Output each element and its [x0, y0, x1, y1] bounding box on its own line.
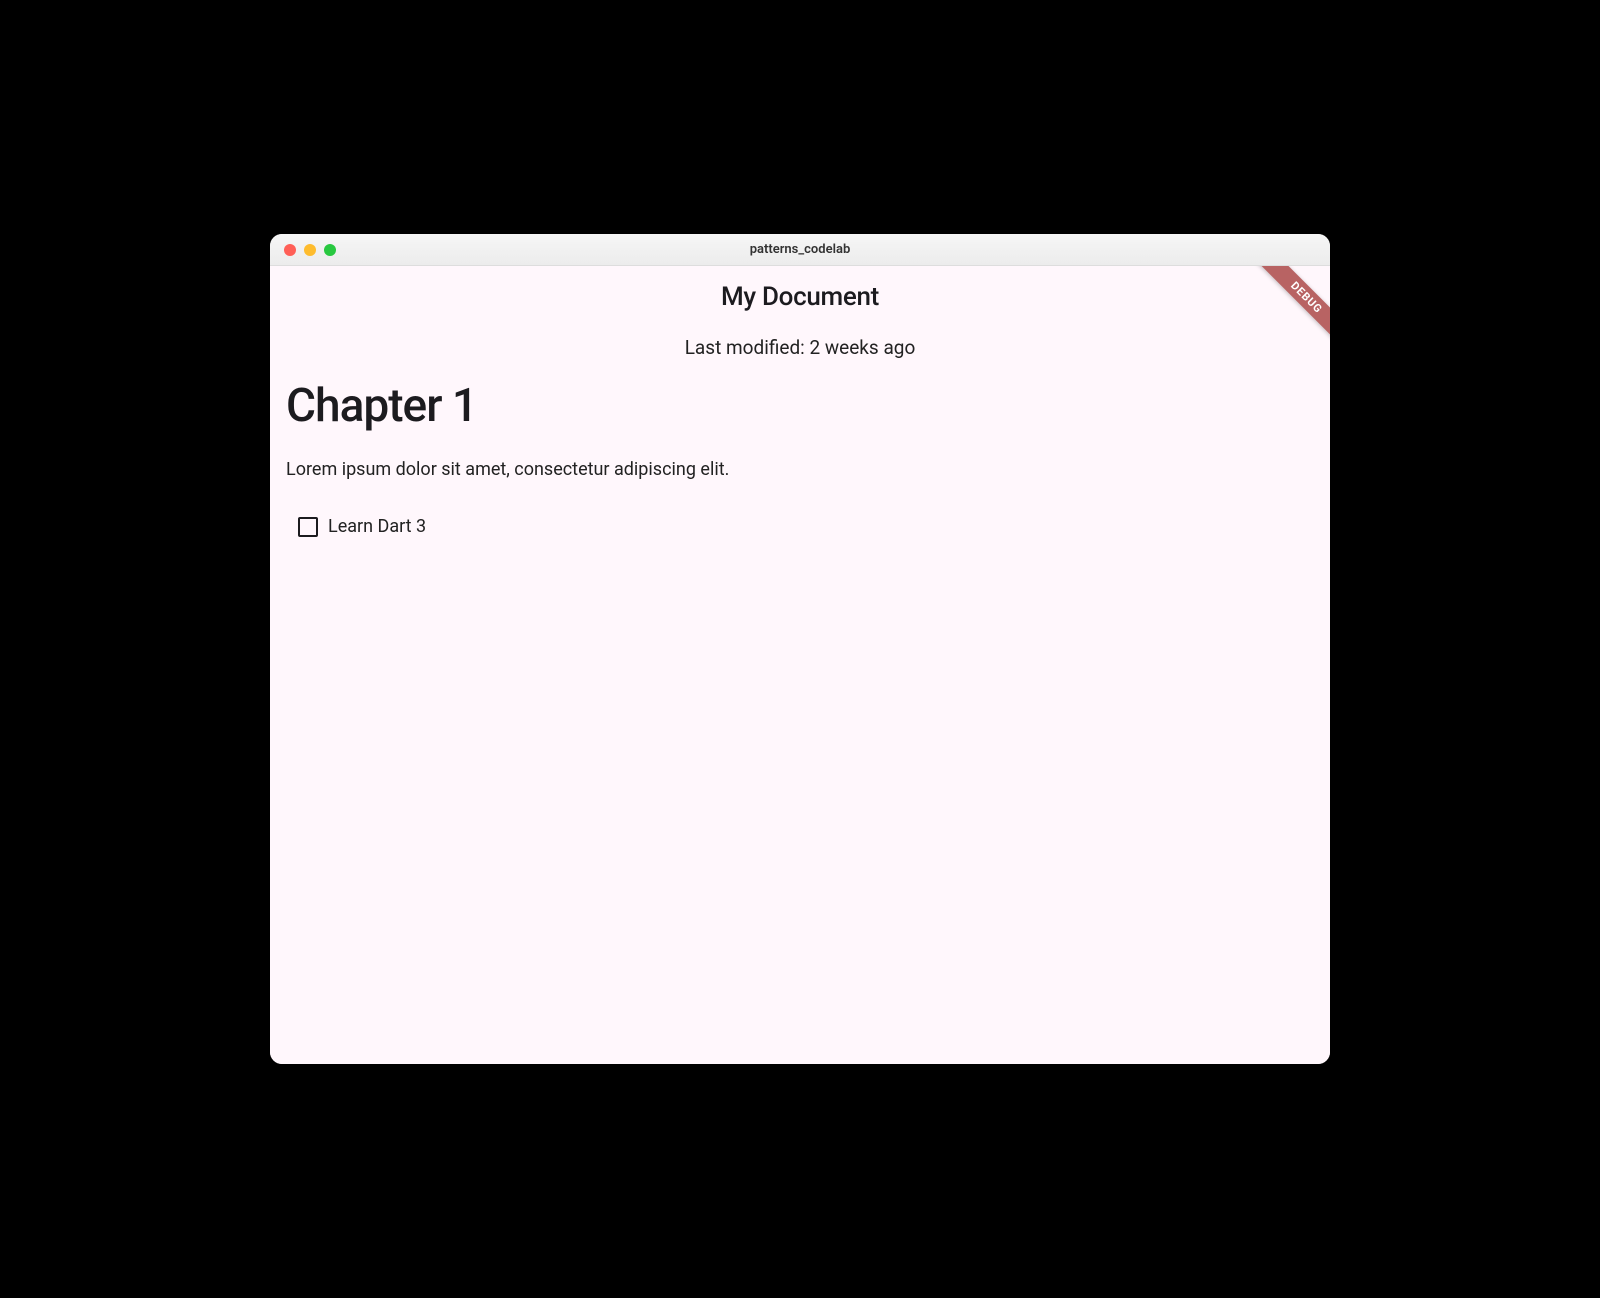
page-title: My Document	[270, 282, 1330, 312]
app-header: My Document	[270, 266, 1330, 312]
checkbox-label: Learn Dart 3	[328, 516, 426, 537]
checkbox[interactable]	[298, 517, 318, 537]
content-area: Chapter 1 Lorem ipsum dolor sit amet, co…	[270, 379, 1330, 537]
maximize-icon[interactable]	[324, 244, 336, 256]
chapter-heading: Chapter 1	[286, 379, 1314, 433]
window-title: patterns_codelab	[270, 242, 1330, 257]
titlebar: patterns_codelab	[270, 234, 1330, 266]
body-paragraph: Lorem ipsum dolor sit amet, consectetur …	[286, 459, 1314, 480]
last-modified-label: Last modified: 2 weeks ago	[270, 336, 1330, 359]
app-body: DEBUG My Document Last modified: 2 weeks…	[270, 266, 1330, 1064]
minimize-icon[interactable]	[304, 244, 316, 256]
traffic-lights	[270, 244, 336, 256]
checkbox-list-item: Learn Dart 3	[286, 516, 1314, 537]
close-icon[interactable]	[284, 244, 296, 256]
app-window: patterns_codelab DEBUG My Document Last …	[270, 234, 1330, 1064]
